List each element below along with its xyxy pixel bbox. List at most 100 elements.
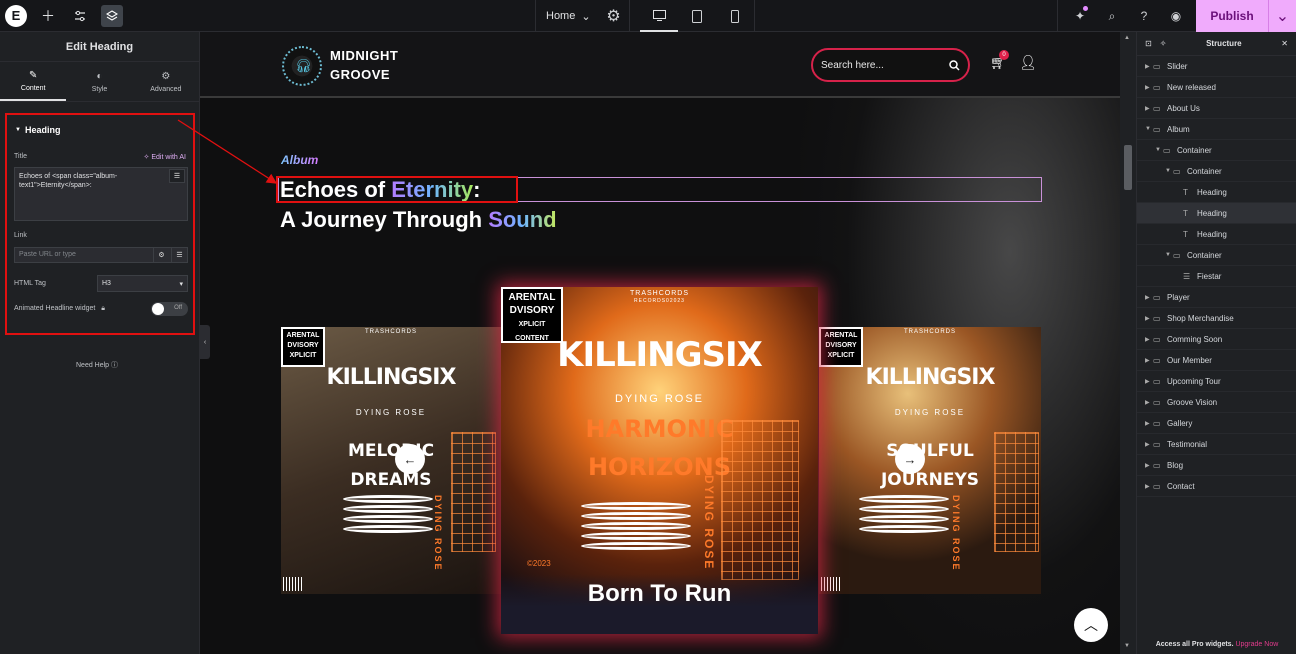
caret-right-icon[interactable]: ▶ [1145,294,1153,301]
structure-item[interactable]: ☰ Fiestar [1137,266,1296,287]
section-toggle[interactable]: ▼ Heading [15,125,60,135]
pro-upgrade-note: Access all Pro widgets. Upgrade Now [1137,641,1296,648]
structure-item[interactable]: T Heading [1137,224,1296,245]
structure-item[interactable]: ▶ ▭ New released [1137,77,1296,98]
structure-item[interactable]: ▶ ▭ Blog [1137,455,1296,476]
user-account-icon[interactable]: 👤︎ [1019,54,1037,71]
site-search[interactable]: Search here... [811,48,970,82]
edit-with-ai-button[interactable]: ✧ Edit with AI [144,153,186,161]
chevron-down-icon: ⌄ [581,10,591,23]
structure-item[interactable]: ▶ ▭ Testimonial [1137,434,1296,455]
caret-right-icon[interactable]: ▶ [1145,483,1153,490]
album-card-center[interactable]: ARENTAL DVISORY XPLICIT CONTENT TRASHCORDS… [501,287,818,634]
caret-right-icon[interactable]: ▶ [1145,441,1153,448]
caret-right-icon[interactable]: ▶ [1145,378,1153,385]
preview-button[interactable]: ◉ [1160,0,1192,32]
brand-line-2: GROOVE [330,67,391,82]
animated-headline-toggle[interactable]: Off [151,302,188,316]
desktop-device-button[interactable] [640,0,678,32]
html-tag-select[interactable]: H3 ▾ [97,275,188,292]
structure-item[interactable]: ▶ ▭ Gallery [1137,413,1296,434]
heading-section: ▼ Heading Title ✧ Edit with AI Echoes of… [5,113,195,335]
gear-icon: ⚙ [161,70,171,82]
brand-name[interactable]: MIDNIGHT GROOVE [330,46,410,84]
structure-item[interactable]: ▶ ▭ Slider [1137,56,1296,77]
link-options-button[interactable]: ⚙ [153,247,169,263]
search-input[interactable]: Search here... [821,60,949,71]
tablet-device-button[interactable] [678,0,716,32]
title-textarea[interactable]: Echoes of <span class="album-text1">Eter… [14,167,188,221]
structure-item-label: Album [1167,124,1190,134]
caret-down-icon[interactable]: ▼ [1155,147,1163,153]
structure-toggle-button[interactable] [96,0,128,32]
structure-item[interactable]: ▼ ▭ Container [1137,245,1296,266]
container-icon: ▭ [1153,61,1161,71]
coil-graphic [343,495,433,555]
structure-item[interactable]: ▶ ▭ Shop Merchandise [1137,308,1296,329]
structure-item[interactable]: ▼ ▭ Container [1137,140,1296,161]
structure-item[interactable]: ▶ ▭ Player [1137,287,1296,308]
container-icon: ▭ [1153,103,1161,113]
heading-line-2[interactable]: A Journey Through Sound [280,207,557,233]
caret-down-icon[interactable]: ▼ [1145,126,1153,132]
add-element-button[interactable]: ＋ [32,0,64,32]
caret-right-icon[interactable]: ▶ [1145,399,1153,406]
edit-ai-label: Edit with AI [151,154,186,161]
caret-right-icon[interactable]: ▶ [1145,420,1153,427]
caret-down-icon[interactable]: ▼ [1165,168,1173,174]
scroll-up-icon[interactable]: ▲ [1124,35,1130,41]
structure-item[interactable]: ▶ ▭ Our Member [1137,350,1296,371]
container-icon: ▭ [1153,397,1161,407]
tab-content[interactable]: ✎ Content [0,62,67,101]
brand-logo[interactable]: 🎧︎ [282,46,322,86]
finder-button[interactable]: ⌕ [1096,0,1128,32]
link-dynamic-button[interactable]: ☰ [171,247,187,263]
album-card-right[interactable]: ARENTAL DVISORY XPLICIT TRASHCORDS KILLING… [819,327,1041,594]
mobile-device-button[interactable] [716,0,754,32]
structure-item[interactable]: ▶ ▭ Contact [1137,476,1296,497]
caret-right-icon[interactable]: ▶ [1145,336,1153,343]
tab-style[interactable]: ◐ Style [66,62,132,101]
structure-item[interactable]: ▶ ▭ Upcoming Tour [1137,371,1296,392]
upgrade-link[interactable]: Upgrade Now [1235,641,1278,648]
carousel-next-button[interactable]: → [895,444,925,474]
scroll-to-top-button[interactable]: ︿ [1074,608,1108,642]
publish-options-button[interactable]: ⌄ [1268,0,1296,32]
structure-item[interactable]: T Heading [1137,182,1296,203]
carousel-prev-button[interactable]: ← [395,444,425,474]
structure-item[interactable]: T Heading [1137,203,1296,224]
help-button[interactable]: ? [1128,0,1160,32]
publish-button[interactable]: Publish [1196,0,1268,32]
elementor-logo-button[interactable]: E [0,0,32,32]
tab-advanced[interactable]: ⚙ Advanced [133,62,199,101]
caret-right-icon[interactable]: ▶ [1145,63,1153,70]
structure-item[interactable]: ▼ ▭ Album [1137,119,1296,140]
site-settings-button[interactable] [64,0,96,32]
arrow-right-icon: → [903,451,917,467]
magic-icon[interactable]: ✧ [1160,39,1167,48]
caret-right-icon[interactable]: ▶ [1145,84,1153,91]
scroll-down-icon[interactable]: ▼ [1124,643,1130,649]
dock-icon[interactable]: ⊡ [1145,39,1152,48]
page-settings-button[interactable]: ⚙ [598,0,630,32]
caret-right-icon[interactable]: ▶ [1145,315,1153,322]
dynamic-tags-button[interactable]: ☰ [169,169,185,183]
close-icon[interactable]: ✕ [1281,39,1288,48]
whats-new-button[interactable]: ✦ [1064,0,1096,32]
toggle-off-label: Off [174,305,182,311]
scrollbar-thumb[interactable] [1124,145,1132,190]
canvas-scrollbar[interactable] [1120,32,1136,654]
album-card-left[interactable]: ARENTAL DVISORY XPLICIT TRASHCORDS KILLING… [281,327,501,594]
structure-item[interactable]: ▶ ▭ Groove Vision [1137,392,1296,413]
structure-item[interactable]: ▼ ▭ Container [1137,161,1296,182]
caret-right-icon[interactable]: ▶ [1145,462,1153,469]
caret-right-icon[interactable]: ▶ [1145,357,1153,364]
structure-item[interactable]: ▶ ▭ Comming Soon [1137,329,1296,350]
structure-item[interactable]: ▶ ▭ About Us [1137,98,1296,119]
caret-down-icon[interactable]: ▼ [1165,252,1173,258]
caret-right-icon[interactable]: ▶ [1145,105,1153,112]
need-help-link[interactable]: Need Help ⓘ [76,360,118,370]
page-selector[interactable]: Home ⌄ [535,0,601,32]
container-icon: ▭ [1173,250,1181,260]
collapse-panel-button[interactable]: ‹ [200,325,210,359]
